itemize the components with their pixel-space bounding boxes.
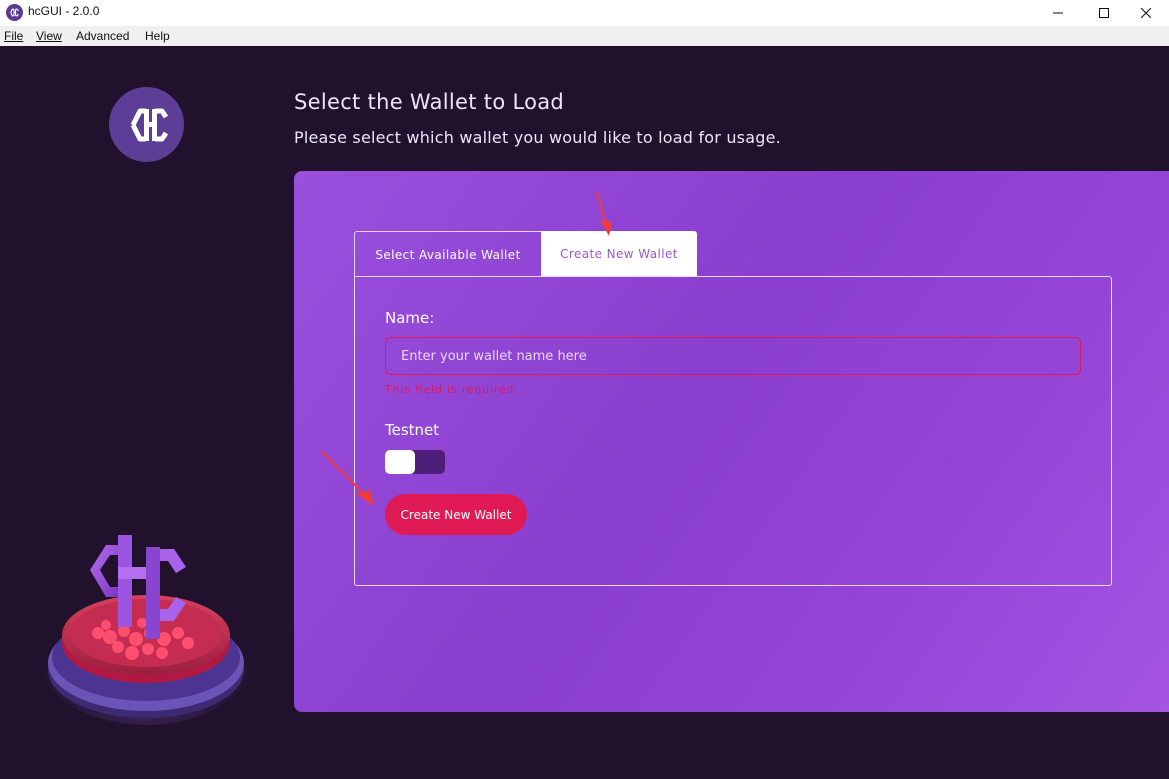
testnet-label: Testnet — [385, 421, 440, 439]
maximize-icon[interactable] — [1081, 0, 1127, 26]
name-label: Name: — [385, 309, 435, 327]
toggle-knob — [385, 450, 415, 474]
window-titlebar: hcGUI - 2.0.0 — [0, 0, 1169, 26]
tab-label: Select Available Wallet — [375, 247, 521, 262]
name-error-message: This field is required — [385, 383, 515, 396]
menu-bar: File View Advanced Help — [0, 26, 1169, 46]
menu-file[interactable]: File — [4, 29, 23, 43]
page-subtitle: Please select which wallet you would lik… — [294, 128, 781, 147]
menu-view[interactable]: View — [36, 29, 62, 43]
menu-advanced-label: Advanced — [76, 29, 130, 43]
create-wallet-form — [354, 276, 1112, 586]
wallet-name-input[interactable] — [385, 337, 1081, 375]
menu-file-label: File — [4, 29, 24, 43]
hc-pedestal-illustration — [38, 525, 253, 730]
annotation-arrow-icon — [596, 191, 612, 236]
testnet-toggle[interactable] — [385, 450, 445, 474]
menu-help-label: Help — [145, 29, 170, 43]
menu-advanced[interactable]: Advanced — [76, 29, 129, 43]
hc-logo-icon — [6, 4, 23, 21]
annotation-arrow-icon — [320, 450, 374, 506]
hc-logo-icon — [109, 87, 184, 162]
minimize-icon[interactable] — [1035, 0, 1081, 26]
create-new-wallet-button[interactable]: Create New Wallet — [385, 494, 527, 535]
menu-view-label: View — [36, 29, 62, 43]
tab-select-available-wallet[interactable]: Select Available Wallet — [354, 231, 542, 277]
tab-label: Create New Wallet — [560, 247, 678, 261]
window-title: hcGUI - 2.0.0 — [28, 4, 100, 18]
close-icon[interactable] — [1123, 0, 1169, 26]
page-title: Select the Wallet to Load — [294, 90, 565, 114]
menu-help[interactable]: Help — [145, 29, 170, 43]
